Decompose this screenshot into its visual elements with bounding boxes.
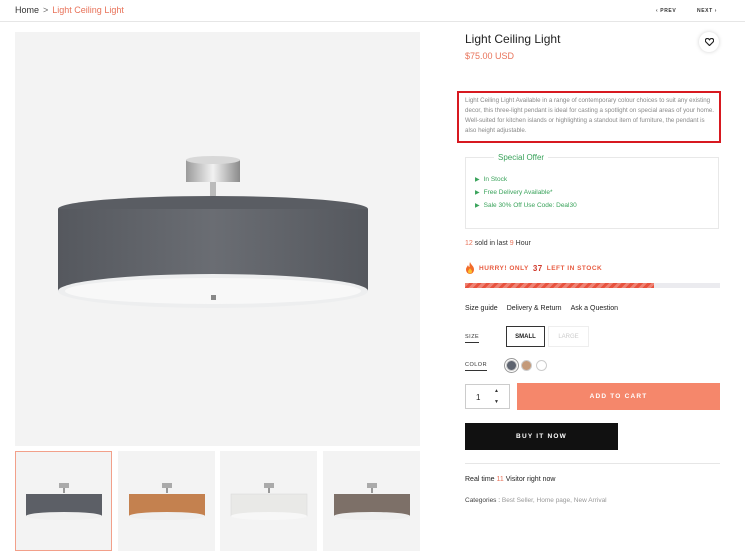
color-swatch-white[interactable]	[536, 360, 547, 371]
stock-progress-fill	[465, 283, 654, 288]
realtime-pre: Real time	[465, 476, 495, 483]
ask-question-link[interactable]: Ask a Question	[571, 305, 618, 312]
special-offer-box: Special Offer ▶ In Stock ▶ Free Delivery A…	[465, 153, 719, 229]
delivery-return-link[interactable]: Delivery & Return	[507, 305, 562, 312]
top-bar: Home > Light Ceiling Light ‹ PREV NEXT ›	[0, 0, 745, 22]
ceiling-light-image	[58, 156, 368, 308]
thumbnail-3[interactable]	[220, 451, 317, 551]
quantity-stepper: 1 ▲ ▼	[465, 384, 510, 409]
triangle-right-icon: ▶	[475, 177, 480, 183]
offer-item: ▶ In Stock	[475, 175, 577, 188]
decrement-icon[interactable]: ▼	[494, 399, 499, 405]
sold-counter: 12 sold in last 9 Hour	[465, 240, 531, 247]
offer-item-text: Free Delivery Available*	[483, 189, 553, 196]
breadcrumb-separator: >	[43, 5, 49, 15]
realtime-visitors: Real time 11 Visitor right now	[465, 476, 555, 483]
special-offer-title: Special Offer	[494, 153, 549, 162]
info-links: Size guide Delivery & Return Ask a Questio…	[465, 305, 627, 312]
stock-progress-bar	[465, 283, 720, 288]
sold-hours: 9	[509, 240, 514, 247]
hurry-count: 37	[532, 263, 543, 273]
prev-label: PREV	[660, 8, 677, 14]
chevron-right-icon: ›	[714, 8, 718, 14]
stock-urgency: HURRY! ONLY 37 LEFT IN STOCK	[465, 262, 602, 274]
offer-item: ▶ Sale 30% Off Use Code: Deal30	[475, 201, 577, 214]
thumb-image-copper	[129, 483, 205, 520]
breadcrumb-home[interactable]: Home	[15, 5, 39, 15]
thumbnail-1[interactable]	[15, 451, 112, 551]
buy-now-button[interactable]: BUY IT NOW	[465, 423, 618, 450]
size-guide-link[interactable]: Size guide	[465, 305, 498, 312]
color-swatch-beige[interactable]	[521, 360, 532, 371]
categories-label: Categories :	[465, 497, 501, 504]
next-product-link[interactable]: NEXT ›	[697, 8, 717, 14]
sold-mid-text: sold in last	[474, 240, 508, 247]
offer-item-text: In Stock	[483, 176, 508, 183]
sold-unit: Hour	[515, 240, 531, 247]
product-title: Light Ceiling Light	[465, 32, 561, 46]
offer-list: ▶ In Stock ▶ Free Delivery Available* ▶ Sal…	[475, 175, 577, 214]
sold-count: 12	[465, 240, 473, 247]
color-label: COLOR	[465, 362, 488, 371]
next-label: NEXT	[697, 8, 713, 14]
triangle-right-icon: ▶	[475, 190, 480, 196]
thumbnail-4[interactable]	[323, 451, 420, 551]
fire-icon	[466, 262, 474, 274]
add-to-cart-button[interactable]: ADD TO CART	[517, 383, 720, 410]
chevron-left-icon: ‹	[656, 8, 659, 14]
highlight-box	[457, 91, 721, 143]
breadcrumb-current: Light Ceiling Light	[52, 5, 124, 15]
size-label: SIZE	[465, 334, 480, 343]
offer-item-text: Sale 30% Off Use Code: Deal30	[483, 202, 577, 209]
heart-icon	[704, 38, 714, 46]
visitor-count: 11	[496, 476, 504, 483]
quantity-input[interactable]: 1	[476, 393, 480, 402]
product-price: $75.00 USD	[465, 51, 515, 61]
hurry-post: LEFT IN STOCK	[546, 264, 603, 272]
color-swatch-grey[interactable]	[506, 360, 517, 371]
hurry-pre: HURRY! ONLY	[479, 264, 529, 272]
thumbnail-2[interactable]	[118, 451, 215, 551]
size-option-small[interactable]: SMALL	[506, 326, 545, 347]
size-option-large[interactable]: LARGE	[548, 326, 589, 347]
thumb-image-white	[230, 483, 308, 520]
wishlist-button[interactable]	[699, 32, 719, 52]
divider	[465, 463, 720, 464]
offer-item: ▶ Free Delivery Available*	[475, 188, 577, 201]
main-product-image[interactable]	[15, 32, 420, 446]
breadcrumb: Home > Light Ceiling Light	[15, 5, 124, 15]
categories: Categories : Best Seller, Home page, New…	[465, 497, 607, 504]
categories-values[interactable]: Best Seller, Home page, New Arrival	[502, 497, 607, 504]
triangle-right-icon: ▶	[475, 203, 480, 209]
thumb-image-taupe	[334, 483, 410, 520]
realtime-post: Visitor right now	[505, 476, 556, 483]
increment-icon[interactable]: ▲	[494, 388, 499, 394]
thumb-image-grey	[26, 483, 102, 520]
prev-product-link[interactable]: ‹ PREV	[656, 8, 676, 14]
